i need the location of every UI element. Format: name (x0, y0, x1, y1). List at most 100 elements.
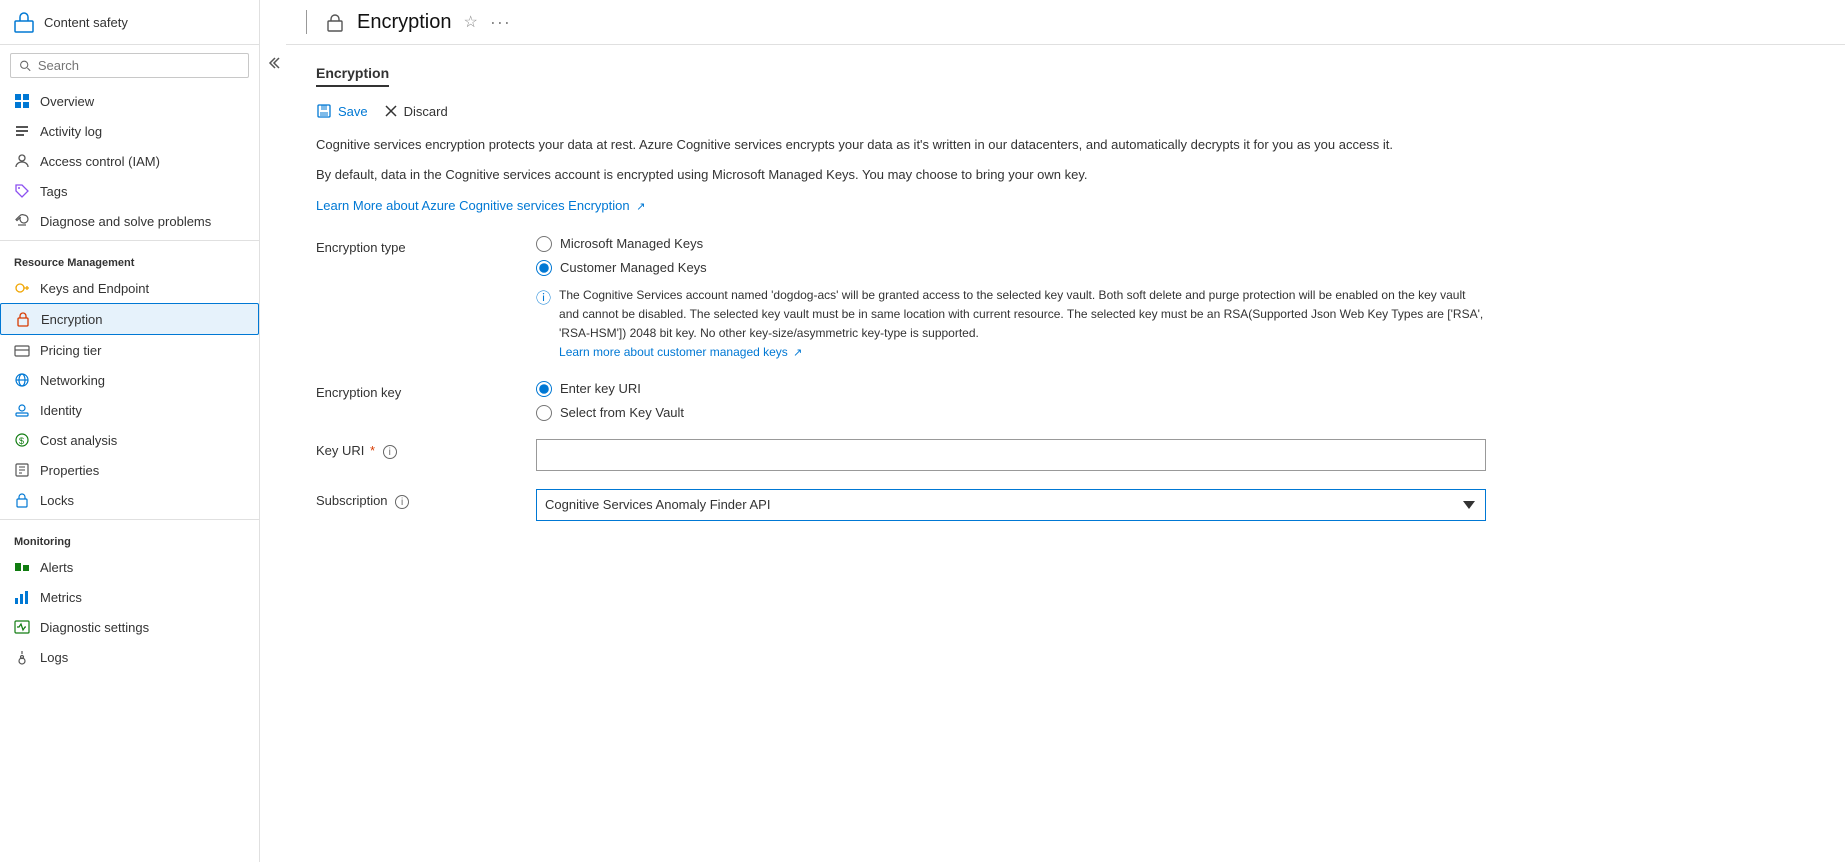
save-label: Save (338, 104, 368, 119)
pricing-tier-label: Pricing tier (40, 343, 101, 358)
toolbar: Save Discard (316, 103, 1815, 119)
keys-endpoint-label: Keys and Endpoint (40, 281, 149, 296)
key-uri-label-cell: Key URI * i (316, 439, 516, 460)
encryption-type-control: Microsoft Managed Keys Customer Managed … (536, 236, 1486, 363)
cost-icon: $ (14, 432, 30, 448)
sidebar-item-logs[interactable]: Logs (0, 642, 259, 672)
app-icon (12, 10, 36, 34)
resource-management-header: Resource Management (0, 245, 259, 273)
subscription-row: Subscription i Cognitive Services Anomal… (316, 489, 1815, 521)
grid-icon (14, 93, 30, 109)
sidebar-header: Content safety (0, 0, 259, 45)
sidebar-item-networking[interactable]: Networking (0, 365, 259, 395)
sidebar-item-identity[interactable]: Identity (0, 395, 259, 425)
description-2: By default, data in the Cognitive servic… (316, 165, 1416, 185)
subscription-tooltip-icon[interactable]: i (395, 495, 409, 509)
collapse-sidebar-button[interactable] (259, 50, 286, 79)
enter-uri-radio[interactable] (536, 381, 552, 397)
search-icon (19, 59, 32, 73)
discard-label: Discard (404, 104, 448, 119)
learn-more-cognitive-link[interactable]: Learn More about Azure Cognitive service… (316, 198, 630, 213)
sidebar-item-keys-endpoint[interactable]: Keys and Endpoint (0, 273, 259, 303)
info-circle-icon: ⓘ (536, 287, 551, 363)
mmk-radio[interactable] (536, 236, 552, 252)
sidebar-item-pricing-tier[interactable]: Pricing tier (0, 335, 259, 365)
wrench-icon (14, 213, 30, 229)
enter-uri-label: Enter key URI (560, 381, 641, 396)
sidebar-item-diagnostic-settings[interactable]: Diagnostic settings (0, 612, 259, 642)
top-bar: Encryption ☆ ··· (286, 0, 1845, 45)
logs-label: Logs (40, 650, 68, 665)
encryption-type-radio-group: Microsoft Managed Keys Customer Managed … (536, 236, 1486, 276)
external-link-icon-1: ↗ (636, 201, 645, 213)
cost-analysis-label: Cost analysis (40, 433, 117, 448)
sidebar-item-alerts[interactable]: Alerts (0, 552, 259, 582)
diagnose-label: Diagnose and solve problems (40, 214, 211, 229)
encryption-key-control: Enter key URI Select from Key Vault (536, 381, 1486, 421)
top-bar-divider (306, 10, 307, 34)
learn-more-cognitive-link-para: Learn More about Azure Cognitive service… (316, 196, 1416, 216)
save-button[interactable]: Save (316, 103, 368, 119)
sidebar-item-activity-log[interactable]: Activity log (0, 116, 259, 146)
svg-text:$: $ (19, 436, 24, 446)
overview-label: Overview (40, 94, 94, 109)
bookmark-icon[interactable]: ☆ (464, 12, 478, 32)
encryption-tab: Encryption (316, 65, 389, 87)
diagnostic-icon (14, 619, 30, 635)
select-vault-radio-item[interactable]: Select from Key Vault (536, 405, 1486, 421)
sidebar-item-metrics[interactable]: Metrics (0, 582, 259, 612)
encryption-type-row: Encryption type Microsoft Managed Keys C… (316, 236, 1815, 363)
mmk-radio-label: Microsoft Managed Keys (560, 236, 703, 251)
sidebar-nav: Overview Activity log Access control (IA… (0, 86, 259, 862)
sidebar-item-diagnose[interactable]: Diagnose and solve problems (0, 206, 259, 236)
key-uri-input[interactable] (536, 439, 1486, 471)
save-icon (316, 103, 332, 119)
subscription-label: Subscription (316, 493, 388, 508)
key-uri-control (536, 439, 1486, 471)
select-vault-radio[interactable] (536, 405, 552, 421)
sidebar-item-access-control[interactable]: Access control (IAM) (0, 146, 259, 176)
properties-label: Properties (40, 463, 99, 478)
tags-label: Tags (40, 184, 67, 199)
discard-button[interactable]: Discard (384, 104, 448, 119)
mmk-radio-item[interactable]: Microsoft Managed Keys (536, 236, 1486, 252)
form-section: Encryption type Microsoft Managed Keys C… (316, 236, 1815, 521)
properties-icon (14, 462, 30, 478)
main-content: Encryption ☆ ··· Encryption Save Discar (286, 0, 1845, 862)
pricing-icon (14, 342, 30, 358)
subscription-label-cell: Subscription i (316, 489, 516, 510)
sidebar-item-overview[interactable]: Overview (0, 86, 259, 116)
external-link-icon-2: ↗ (793, 347, 802, 359)
logs-icon (14, 649, 30, 665)
cmk-radio-label: Customer Managed Keys (560, 260, 707, 275)
networking-label: Networking (40, 373, 105, 388)
sidebar-item-cost-analysis[interactable]: $ Cost analysis (0, 425, 259, 455)
sidebar: Content safety Overview Activity l (0, 0, 260, 862)
cmk-radio[interactable] (536, 260, 552, 276)
encryption-label: Encryption (41, 312, 102, 327)
search-box[interactable] (10, 53, 249, 78)
metrics-label: Metrics (40, 590, 82, 605)
access-control-label: Access control (IAM) (40, 154, 160, 169)
subscription-select[interactable]: Cognitive Services Anomaly Finder API (536, 489, 1486, 521)
key-uri-tooltip-icon[interactable]: i (383, 445, 397, 459)
sidebar-item-tags[interactable]: Tags (0, 176, 259, 206)
key-uri-row: Key URI * i (316, 439, 1815, 471)
encryption-icon (15, 311, 31, 327)
cmk-radio-item[interactable]: Customer Managed Keys (536, 260, 1486, 276)
page-header-icon (325, 12, 345, 32)
tag-icon (14, 183, 30, 199)
person-icon (14, 153, 30, 169)
chevron-left-icon (266, 56, 280, 70)
more-options-icon[interactable]: ··· (490, 12, 511, 33)
alert-icon (14, 559, 30, 575)
enter-uri-radio-item[interactable]: Enter key URI (536, 381, 1486, 397)
encryption-type-label: Encryption type (316, 236, 516, 255)
search-input[interactable] (38, 58, 240, 73)
diagnostic-settings-label: Diagnostic settings (40, 620, 149, 635)
sidebar-item-properties[interactable]: Properties (0, 455, 259, 485)
content-area: Encryption Save Discard Cognitive servi (286, 45, 1845, 862)
sidebar-item-locks[interactable]: Locks (0, 485, 259, 515)
learn-more-cmk-link[interactable]: Learn more about customer managed keys (559, 345, 788, 359)
sidebar-item-encryption[interactable]: Encryption (0, 303, 259, 335)
